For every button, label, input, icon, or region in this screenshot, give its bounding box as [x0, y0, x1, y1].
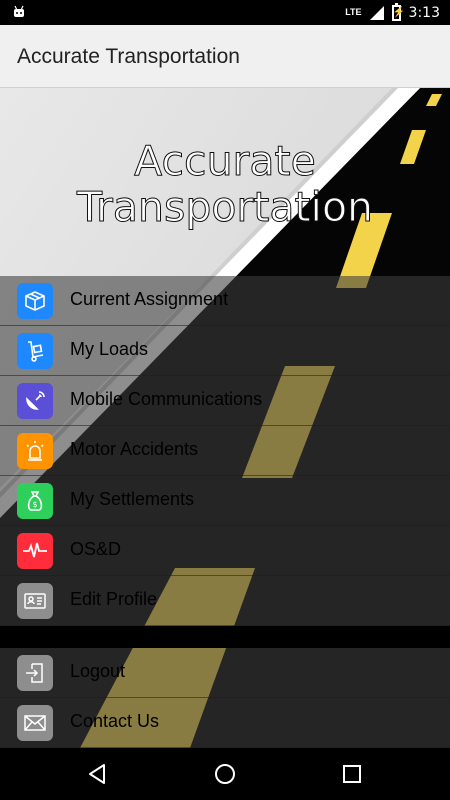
menu-item-label: Edit Profile [70, 589, 158, 609]
money-bag-icon: $ [17, 483, 53, 519]
menu-item-edit-profile[interactable]: Edit Profile [0, 576, 450, 626]
app-title: Accurate Transportation [17, 45, 240, 68]
menu-item-contact-us[interactable]: Contact Us [0, 698, 450, 748]
recents-icon[interactable] [340, 762, 364, 786]
menu-item-label: Current Assignment [70, 289, 229, 309]
menu-item-osd[interactable]: OS&D [0, 526, 450, 576]
signal-icon [369, 5, 384, 20]
home-icon[interactable] [213, 762, 237, 786]
menu-item-motor-accidents[interactable]: Motor Accidents [0, 426, 450, 476]
header-title: Accurate Transportation [0, 137, 450, 231]
clock: 3:13 [408, 4, 440, 21]
app-bar: Accurate Transportation [0, 25, 450, 88]
menu-item-current-assignment[interactable]: Current Assignment [0, 276, 450, 326]
header-title-line1: Accurate [134, 137, 317, 185]
menu-item-label: My Loads [70, 339, 149, 359]
menu-item-label: Motor Accidents [70, 439, 199, 459]
network-type: LTE [345, 7, 362, 17]
status-bar: LTE ⚡ 3:13 [0, 0, 450, 25]
id-card-icon [17, 583, 53, 619]
main-menu: Current Assignment My Loads Mobile Commu… [0, 276, 450, 748]
siren-icon [17, 433, 53, 469]
menu-item-label: My Settlements [70, 489, 195, 509]
android-notification-icon [14, 5, 24, 17]
satellite-dish-icon [17, 383, 53, 419]
menu-item-mobile-communications[interactable]: Mobile Communications [0, 376, 450, 426]
header-title-line2: Transportation [76, 183, 374, 231]
back-icon[interactable] [86, 762, 110, 786]
menu-item-label: Mobile Communications [70, 389, 263, 409]
menu-item-logout[interactable]: Logout [0, 648, 450, 698]
svg-text:$: $ [32, 500, 37, 509]
menu-item-label: Contact Us [70, 711, 160, 731]
navigation-bar [0, 748, 450, 800]
heartbeat-icon [17, 533, 53, 569]
menu-separator [0, 626, 450, 648]
envelope-icon [17, 705, 53, 741]
main-content: Accurate Transportation Current Assignme… [0, 88, 450, 748]
logout-icon [17, 655, 53, 691]
menu-item-label: Logout [70, 661, 126, 681]
box-icon [17, 283, 53, 319]
hand-truck-icon [17, 333, 53, 369]
menu-item-label: OS&D [70, 539, 122, 559]
menu-item-my-loads[interactable]: My Loads [0, 326, 450, 376]
battery-icon: ⚡ [391, 2, 405, 21]
menu-item-my-settlements[interactable]: $ My Settlements [0, 476, 450, 526]
